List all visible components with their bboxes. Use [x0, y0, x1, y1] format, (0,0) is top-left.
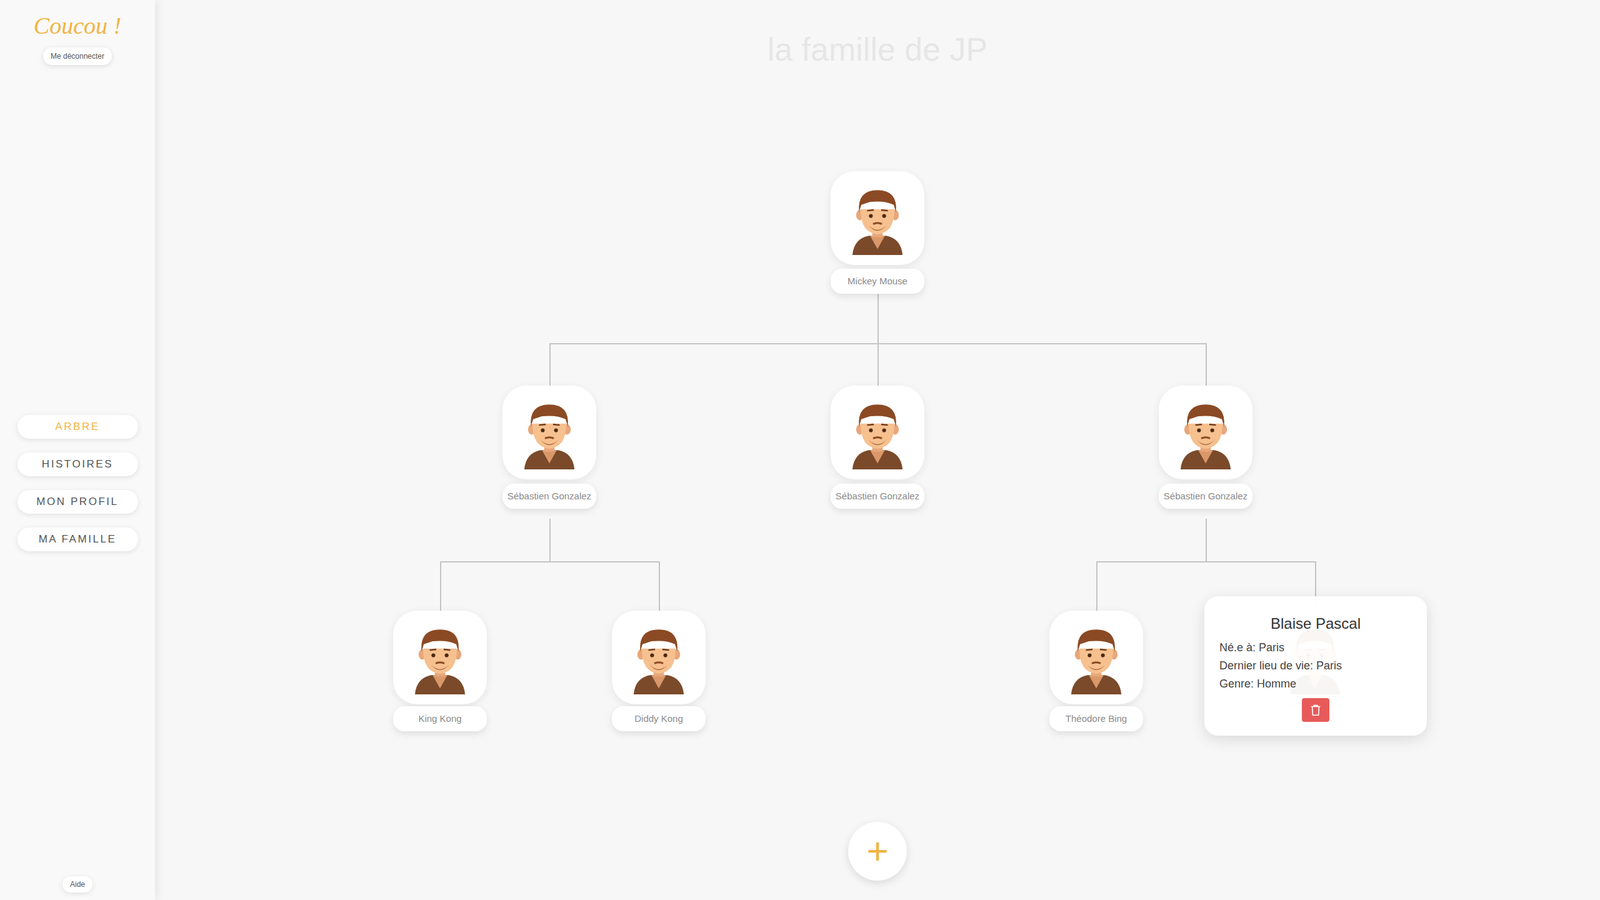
tree-canvas: la famille de JP Mickey Mouse Sébastien G… — [155, 0, 1600, 900]
add-button[interactable]: + — [848, 821, 907, 881]
person-name[interactable]: Théodore Bing — [1049, 706, 1144, 732]
person-card[interactable] — [1049, 610, 1144, 705]
trash-icon — [1308, 702, 1323, 718]
connector-line — [549, 343, 551, 386]
person-popover: Blaise Pascal Né.e à: ParisDernier lieu d… — [1204, 596, 1427, 736]
nav-menu: ARBRE HISTOIRES MON PROFIL MA FAMILLE — [17, 415, 139, 552]
connector-line — [1096, 561, 1317, 563]
connector-line — [658, 561, 660, 611]
avatar-icon — [621, 620, 696, 695]
person-card[interactable] — [830, 385, 925, 480]
page-title: la famille de JP — [767, 25, 989, 74]
popover-title: Blaise Pascal — [1219, 612, 1412, 635]
popover-field: Genre: Homme — [1219, 675, 1412, 694]
connector-line — [1205, 518, 1207, 562]
popover-field: Né.e à: Paris — [1219, 638, 1412, 657]
avatar-icon — [840, 181, 915, 255]
person-card[interactable] — [611, 610, 706, 705]
connector-line — [1205, 343, 1207, 386]
person-name[interactable]: King Kong — [393, 706, 487, 732]
avatar-icon — [403, 620, 477, 695]
avatar-icon — [512, 395, 587, 470]
person-name[interactable]: Sébastien Gonzalez — [830, 483, 925, 509]
person-name[interactable]: Sébastien Gonzalez — [502, 483, 597, 509]
person-name[interactable]: Sébastien Gonzalez — [1158, 483, 1253, 509]
nav-item[interactable]: HISTOIRES — [17, 452, 139, 477]
nav-item[interactable]: ARBRE — [17, 415, 139, 439]
delete-button[interactable] — [1301, 698, 1330, 722]
connector-line — [440, 561, 660, 563]
logout-button[interactable]: Me déconnecter — [43, 47, 112, 65]
avatar-icon — [1168, 395, 1243, 470]
connector-line — [549, 518, 551, 562]
person-card[interactable] — [830, 171, 925, 265]
help-button[interactable]: Aide — [62, 876, 93, 893]
person-card[interactable] — [502, 385, 597, 480]
connector-line — [877, 293, 879, 344]
nav-item[interactable]: MON PROFIL — [17, 490, 139, 514]
logo[interactable]: Coucou ! — [33, 11, 122, 42]
person-card[interactable] — [393, 610, 487, 705]
sidebar: Coucou ! Me déconnecter ARBRE HISTOIRES MO… — [0, 0, 155, 900]
nav-item[interactable]: MA FAMILLE — [17, 527, 139, 552]
person-name[interactable]: Mickey Mouse — [830, 268, 925, 294]
avatar-icon — [840, 395, 915, 470]
popover-field: Dernier lieu de vie: Paris — [1219, 656, 1412, 675]
person-name[interactable]: Diddy Kong — [611, 706, 706, 732]
connector-line — [1096, 561, 1098, 611]
person-card[interactable] — [1158, 385, 1253, 480]
connector-line — [877, 343, 879, 386]
connector-line — [440, 561, 442, 611]
avatar-icon — [1059, 620, 1134, 695]
